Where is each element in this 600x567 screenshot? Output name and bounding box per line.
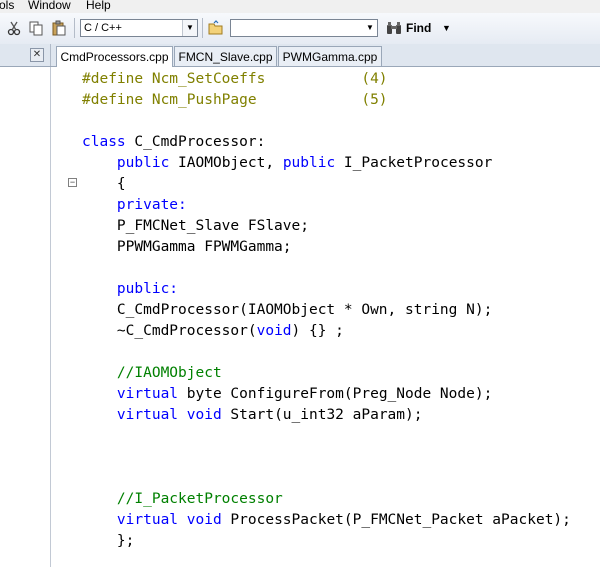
code-token: class — [82, 134, 126, 150]
code-line[interactable]: }; — [82, 531, 134, 552]
code-line[interactable]: public: — [82, 279, 178, 300]
code-line[interactable]: virtual void Start(u_int32 aParam); — [82, 405, 423, 426]
language-select[interactable]: C / C++ ▼ — [80, 19, 198, 37]
code-line[interactable]: { — [82, 174, 126, 195]
fold-minus-icon[interactable]: − — [68, 178, 77, 187]
code-line[interactable]: PPWMGamma FPWMGamma; — [82, 237, 292, 258]
menu-item-help[interactable]: Help — [86, 0, 111, 12]
code-token: private: — [116, 197, 187, 213]
code-token: byte ConfigureFrom(Preg_Node Node); — [178, 386, 493, 402]
code-token: #define Ncm_PushPage (5) — [82, 92, 388, 108]
code-line[interactable]: virtual void ProcessPacket(P_FMCNet_Pack… — [82, 510, 571, 531]
tab-pwmgamma[interactable]: PWMGamma.cpp — [278, 46, 382, 66]
code-token: C_CmdProcessor: — [125, 134, 266, 150]
code-line[interactable]: //I_PacketProcessor — [82, 489, 283, 510]
code-token: public — [282, 155, 336, 171]
code-token: //IAOMObject — [82, 365, 222, 381]
code-token: virtual — [116, 386, 179, 402]
code-token: public — [116, 155, 170, 171]
code-token: ~C_CmdProcessor( — [82, 323, 257, 339]
code-token: #define Ncm_SetCoeffs (4) — [82, 71, 388, 87]
chevron-down-icon[interactable]: ▼ — [442, 20, 451, 36]
search-combo[interactable]: ▼ — [230, 19, 378, 37]
menu-item-tools[interactable]: ols — [0, 0, 14, 12]
code-line[interactable]: //IAOMObject — [82, 363, 222, 384]
open-folder-icon[interactable] — [208, 20, 224, 36]
toolbar-separator — [202, 18, 203, 38]
left-panel-header: ✕ — [0, 44, 51, 66]
tab-cmdprocessors[interactable]: CmdProcessors.cpp — [56, 46, 173, 67]
code-line[interactable]: private: — [82, 195, 187, 216]
code-token: ProcessPacket(P_FMCNet_Packet aPacket); — [221, 512, 571, 528]
code-token: virtual — [116, 407, 179, 423]
chevron-down-icon[interactable]: ▼ — [182, 20, 197, 36]
toolbar: C / C++ ▼ ▼ Find ▼ — [0, 13, 600, 45]
menu-item-window[interactable]: Window — [28, 0, 71, 12]
binoculars-icon[interactable] — [386, 20, 402, 36]
language-select-value: C / C++ — [84, 22, 122, 34]
code-token: Start(u_int32 aParam); — [221, 407, 423, 423]
chevron-down-icon[interactable]: ▼ — [363, 20, 377, 36]
tab-fmcn-slave[interactable]: FMCN_Slave.cpp — [174, 46, 277, 66]
code-token: void — [186, 512, 222, 528]
code-token: PPWMGamma FPWMGamma; — [82, 239, 292, 255]
code-token: virtual — [116, 512, 179, 528]
code-token: public: — [116, 281, 179, 297]
menu-bar: ols Window Help — [0, 0, 600, 13]
paste-icon[interactable] — [51, 20, 67, 36]
code-token: void — [256, 323, 292, 339]
code-line[interactable]: ~C_CmdProcessor(void) {} ; — [82, 321, 344, 342]
tab-bar: ✕ CmdProcessors.cpp FMCN_Slave.cpp PWMGa… — [0, 44, 600, 67]
find-button[interactable]: Find — [406, 20, 431, 36]
left-panel — [0, 67, 51, 567]
code-line[interactable]: #define Ncm_SetCoeffs (4) — [82, 69, 388, 90]
code-line[interactable]: virtual byte ConfigureFrom(Preg_Node Nod… — [82, 384, 492, 405]
close-icon[interactable]: ✕ — [30, 48, 44, 62]
code-token: IAOMObject, — [169, 155, 283, 171]
code-token: I_PacketProcessor — [335, 155, 493, 171]
code-token: void — [186, 407, 222, 423]
code-token: //I_PacketProcessor — [82, 491, 283, 507]
code-line[interactable]: public IAOMObject, public I_PacketProces… — [82, 153, 492, 174]
code-token: ) {} ; — [291, 323, 344, 339]
code-token: P_FMCNet_Slave FSlave; — [82, 218, 309, 234]
code-token: }; — [82, 533, 135, 549]
code-line[interactable]: #define Ncm_PushPage (5) — [82, 90, 388, 111]
editor-gutter — [51, 67, 76, 567]
code-token: { — [82, 176, 126, 192]
cut-icon[interactable] — [6, 20, 22, 36]
code-line[interactable]: P_FMCNet_Slave FSlave; — [82, 216, 309, 237]
toolbar-separator — [74, 18, 75, 38]
copy-icon[interactable] — [28, 20, 44, 36]
code-line[interactable]: C_CmdProcessor(IAOMObject * Own, string … — [82, 300, 492, 321]
code-line[interactable]: class C_CmdProcessor: — [82, 132, 265, 153]
code-token: C_CmdProcessor(IAOMObject * Own, string … — [82, 302, 493, 318]
